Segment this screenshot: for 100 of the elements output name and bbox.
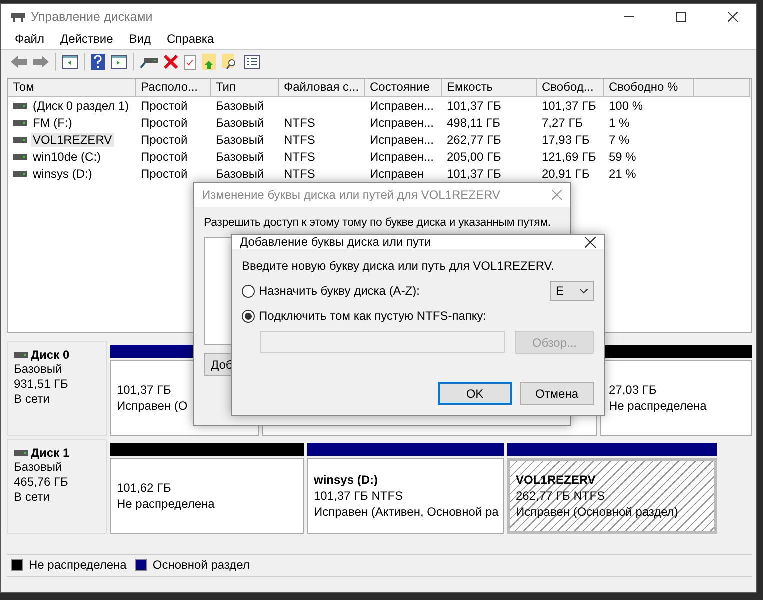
partition-text: Исправен (О — [117, 398, 189, 414]
disk-management-icon — [11, 10, 25, 22]
column-header[interactable]: Емкость — [442, 79, 537, 98]
menu-item[interactable]: Справка — [159, 32, 222, 46]
table-cell: 101,37 ГБ — [542, 98, 596, 113]
table-cell: Простой — [141, 132, 188, 147]
partition-block[interactable]: VOL1REZERV 262,77 ГБ NTFS Исправен (Основной раздел) — [507, 458, 717, 534]
partition-block[interactable]: 27,03 ГБ Не распределена — [600, 360, 752, 436]
column-header[interactable]: Том — [8, 79, 136, 98]
radio-option[interactable]: Подключить том как пустую NTFS-папку: — [242, 309, 594, 323]
radio-option[interactable]: Назначить букву диска (A-Z): — [242, 284, 550, 298]
table-cell: Базовый — [216, 98, 264, 113]
table-cell: Базовый — [216, 116, 264, 130]
checklist-document-icon[interactable] — [184, 54, 196, 70]
table-cell: NTFS — [284, 132, 316, 147]
partition-text: 27,03 ГБ — [609, 382, 658, 398]
table-cell: Исправен... — [370, 116, 434, 130]
radio-button[interactable] — [242, 284, 255, 298]
table-cell[interactable]: win10de (C:) — [31, 150, 104, 164]
column-header[interactable]: Файловая с... — [279, 79, 365, 98]
table-cell: 21 % — [609, 166, 636, 181]
dialog-title: Добавление буквы диска или пути — [240, 235, 432, 249]
disk-name: Диск 0 — [31, 348, 70, 362]
table-cell: Базовый — [216, 150, 264, 164]
table-cell[interactable]: (Диск 0 раздел 1) — [31, 98, 132, 113]
table-cell: Простой — [141, 150, 188, 164]
table-cell: Исправен... — [370, 132, 434, 147]
delete-icon[interactable] — [164, 55, 178, 70]
drive-letter-dropdown[interactable]: E — [550, 281, 594, 301]
table-cell: NTFS — [284, 116, 316, 130]
action-pane-icon[interactable] — [111, 55, 127, 70]
table-cell: Исправен — [370, 166, 424, 181]
table-cell: NTFS — [284, 166, 316, 181]
table-cell: 1 % — [609, 116, 630, 130]
column-header[interactable]: Тип — [211, 79, 279, 98]
menu-item[interactable]: Действие — [52, 32, 122, 46]
disk-size: 465,76 ГБ — [14, 475, 70, 490]
partition-text: 101,37 ГБ NTFS — [314, 488, 404, 504]
window-title: Управление дисками — [31, 10, 154, 24]
column-header[interactable]: Состояние — [365, 79, 442, 98]
table-cell[interactable]: VOL1REZERV — [31, 132, 114, 147]
back-arrow-icon[interactable] — [11, 56, 27, 68]
table-cell: 20,91 ГБ — [542, 166, 590, 181]
disk-info-panel[interactable]: Диск 0 Базовый 931,51 ГБ В сети — [7, 341, 107, 436]
dialog-title: Изменение буквы диска или путей для VOL1REZERV — [202, 188, 500, 202]
drive-icon — [14, 450, 28, 456]
partition-title: VOL1REZERV — [516, 472, 597, 488]
disk-name: Диск 1 — [31, 446, 70, 460]
drive-icon — [13, 170, 27, 177]
close-icon[interactable] — [585, 236, 596, 248]
folder-search-icon[interactable] — [222, 54, 238, 70]
table-cell: 7,27 ГБ — [542, 116, 584, 130]
disk-type: Базовый — [14, 460, 64, 476]
partition-text: Исправен (Основной раздел) — [516, 504, 680, 520]
table-cell: Простой — [141, 116, 188, 130]
table-cell: 100 % — [609, 98, 644, 113]
partition-block[interactable]: 101,62 ГБ Не распределена — [110, 458, 304, 534]
ok-button[interactable]: OK — [438, 382, 512, 405]
table-cell: 498,11 ГБ — [447, 116, 501, 130]
close-icon — [728, 12, 738, 22]
drive-icon — [13, 120, 27, 126]
column-header[interactable]: Свободно % — [604, 79, 694, 98]
table-cell: Простой — [141, 98, 188, 113]
table-cell: Исправен... — [370, 150, 434, 164]
radio-button[interactable] — [242, 310, 255, 322]
disk-info-panel[interactable]: Диск 1 Базовый 465,76 ГБ В сети — [7, 439, 107, 534]
dialog-text: Введите новую букву диска или путь для VOL1REZERV. — [242, 259, 556, 273]
table-cell: 101,37 ГБ — [447, 98, 502, 113]
menu-item[interactable]: Файл — [7, 32, 53, 46]
chevron-down-icon — [580, 288, 588, 294]
table-cell: Базовый — [216, 166, 264, 181]
dialog-text: Разрешить доступ к этому тому по букве диска и указанным путям. — [204, 217, 552, 229]
table-cell: 7 % — [609, 132, 630, 147]
connect-drive-icon[interactable] — [140, 55, 158, 70]
column-header[interactable]: Свобод... — [537, 79, 604, 98]
folder-up-icon[interactable] — [202, 54, 216, 70]
column-header[interactable]: Располо... — [136, 79, 211, 98]
partition-block[interactable]: winsys (D:) 101,37 ГБ NTFS Исправен (Активен, Основной ра — [307, 458, 504, 534]
disk-size: 931,51 ГБ — [14, 377, 70, 392]
help-icon[interactable] — [91, 54, 105, 70]
partition-title: winsys (D:) — [314, 472, 380, 488]
table-cell: Базовый — [216, 132, 264, 147]
menu-item[interactable]: Вид — [121, 32, 159, 46]
table-cell: 59 % — [609, 150, 636, 164]
cancel-button[interactable]: Отмена — [520, 382, 594, 405]
drive-icon — [13, 102, 27, 109]
partition-text: Не распределена — [609, 398, 708, 414]
partition-text: 101,62 ГБ — [117, 480, 172, 496]
properties-list-icon[interactable] — [244, 55, 260, 70]
table-cell: Простой — [141, 166, 188, 181]
disk-type: Базовый — [14, 362, 64, 378]
table-cell[interactable]: FM (F:) — [31, 116, 74, 130]
legend-label: Основной раздел — [152, 558, 250, 572]
table-cell[interactable]: winsys (D:) — [31, 166, 94, 181]
forward-arrow-icon[interactable] — [33, 56, 49, 68]
table-cell: 262,77 ГБ — [447, 132, 502, 147]
table-cell: 101,37 ГБ — [447, 166, 502, 181]
partition-text: Не распределена — [117, 496, 216, 512]
disk-status: В сети — [14, 392, 51, 408]
console-tree-icon[interactable] — [62, 55, 78, 70]
